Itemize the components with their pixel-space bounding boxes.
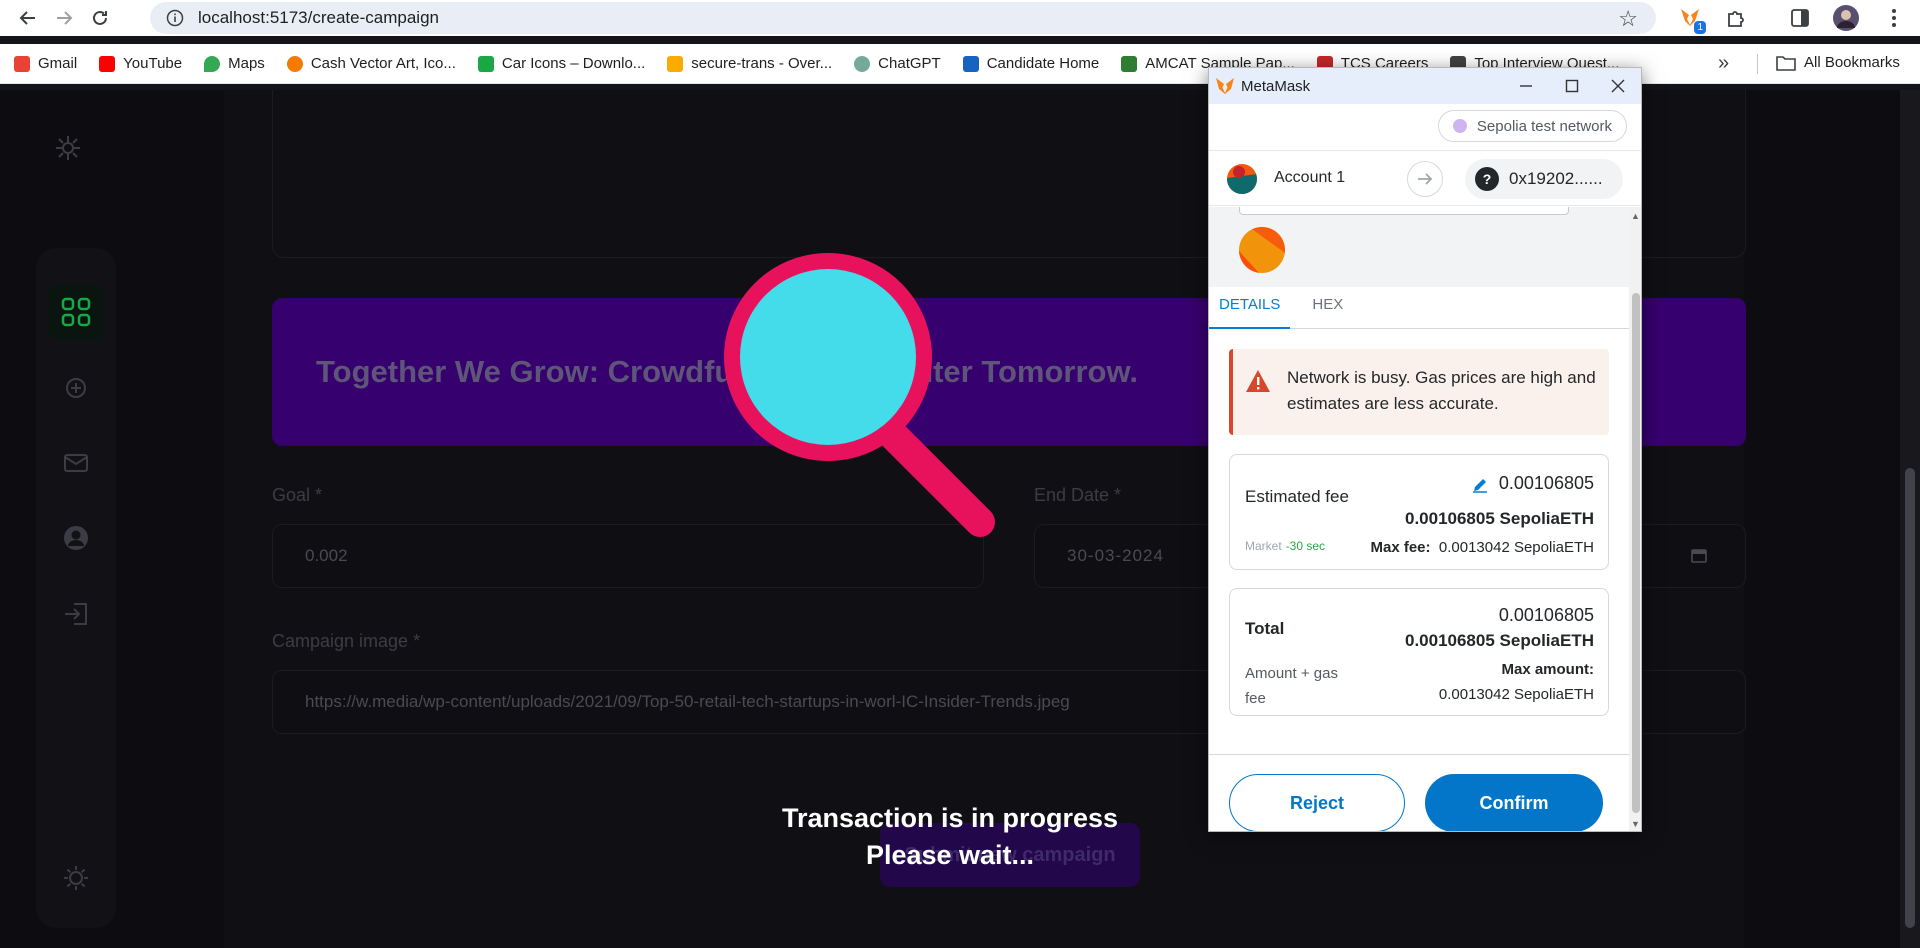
- tab-details[interactable]: DETAILS: [1209, 287, 1291, 329]
- end-date-label: End Date *: [1034, 485, 1122, 505]
- edit-gas-icon[interactable]: [1472, 477, 1488, 493]
- folder-icon: [1776, 55, 1796, 71]
- maximize-icon[interactable]: [1549, 68, 1595, 104]
- reject-button[interactable]: Reject: [1229, 774, 1405, 831]
- estimated-fee-label: Estimated fee: [1245, 487, 1349, 506]
- bookmark-item[interactable]: YouTube: [99, 55, 182, 72]
- profile-avatar[interactable]: [1832, 4, 1860, 32]
- warning-icon: [1246, 370, 1270, 392]
- browser-menu-icon[interactable]: [1880, 4, 1908, 32]
- extension-badge: 1: [1694, 21, 1706, 34]
- bookmark-item[interactable]: Car Icons – Downlo...: [477, 55, 645, 72]
- amcat-icon: [1121, 55, 1138, 72]
- more-bookmarks-icon[interactable]: »: [1718, 52, 1729, 75]
- network-busy-warning: Network is busy. Gas prices are high and…: [1229, 349, 1609, 435]
- bookmark-item[interactable]: Cash Vector Art, Ico...: [286, 55, 456, 72]
- metamask-titlebar: MetaMask: [1209, 68, 1641, 104]
- sidebar: [36, 248, 116, 928]
- logout-icon[interactable]: [48, 586, 104, 642]
- scroll-up-icon[interactable]: ▲: [1631, 211, 1640, 221]
- maps-icon: [204, 55, 221, 72]
- profile-icon[interactable]: [48, 510, 104, 566]
- bookmark-item[interactable]: Candidate Home: [962, 55, 1099, 72]
- account-avatar: [1227, 164, 1257, 194]
- minimize-icon[interactable]: [1503, 68, 1549, 104]
- market-speed: Market -30 sec: [1245, 539, 1326, 553]
- tab-hex[interactable]: HEX: [1302, 287, 1353, 329]
- account-name[interactable]: Account 1: [1274, 169, 1345, 187]
- detail-tabs: DETAILS HEX: [1209, 287, 1629, 329]
- goal-label: Goal *: [272, 485, 323, 505]
- chatgpt-icon: [854, 55, 871, 72]
- metamask-extension-icon[interactable]: 1: [1676, 4, 1706, 34]
- total-eth: 0.00106805 SepoliaETH: [1404, 631, 1594, 650]
- theme-toggle-icon[interactable]: [48, 850, 104, 906]
- campaign-image-label: Campaign image *: [272, 631, 421, 651]
- page-scrollbar[interactable]: [1900, 90, 1920, 948]
- back-icon[interactable]: [10, 0, 46, 36]
- arrow-right-icon: [1407, 161, 1443, 197]
- divider: [1209, 754, 1629, 755]
- bookmark-item[interactable]: secure-trans - Over...: [667, 55, 832, 72]
- account-row: Account 1 ? 0x19202......: [1209, 150, 1641, 206]
- network-selector[interactable]: Sepolia test network: [1437, 110, 1627, 142]
- max-fee: Max fee: 0.0013042 SepoliaETH: [1370, 539, 1595, 556]
- browser-toolbar: localhost:5173/create-campaign ☆ 1: [0, 0, 1920, 36]
- logo-icon[interactable]: [40, 120, 96, 176]
- total-label: Total: [1245, 619, 1285, 638]
- estimated-fee-card: Estimated fee 0.00106805 0.00106805 Sepo…: [1229, 454, 1609, 570]
- youtube-icon: [99, 55, 116, 72]
- bookmark-star-icon[interactable]: ☆: [1618, 6, 1638, 32]
- metamask-body: DETAILS HEX Network is busy. Gas prices …: [1209, 207, 1629, 831]
- amount-gas-label: Amount + gas fee: [1245, 665, 1338, 707]
- recipient-address[interactable]: ? 0x19202......: [1465, 159, 1623, 199]
- car-icons-icon: [477, 55, 494, 72]
- total-card: Total 0.00106805 0.00106805 SepoliaETH A…: [1229, 588, 1609, 716]
- scroll-thumb[interactable]: [1905, 468, 1915, 928]
- forward-icon[interactable]: [46, 0, 82, 36]
- cash-vector-icon: [286, 55, 303, 72]
- search-loader-icon: [724, 253, 995, 537]
- candidate-home-icon: [962, 55, 979, 72]
- url-text[interactable]: localhost:5173/create-campaign: [198, 8, 439, 28]
- secure-trans-icon: [667, 55, 684, 72]
- max-amount-value: 0.0013042 SepoliaETH: [1438, 686, 1594, 703]
- mail-icon[interactable]: [48, 435, 104, 491]
- site-info-icon[interactable]: [164, 7, 186, 29]
- bookmark-item[interactable]: Gmail: [14, 55, 77, 72]
- close-icon[interactable]: [1595, 68, 1641, 104]
- estimated-fee-value: 0.00106805: [1498, 473, 1594, 493]
- max-amount-label: Max amount:: [1501, 661, 1594, 678]
- metamask-fox-icon: [1216, 78, 1234, 94]
- estimated-fee-eth: 0.00106805 SepoliaETH: [1404, 509, 1594, 528]
- scroll-thumb[interactable]: [1632, 293, 1640, 813]
- network-dot-icon: [1452, 119, 1467, 133]
- side-panel-icon[interactable]: [1786, 4, 1814, 32]
- create-campaign-icon[interactable]: [48, 360, 104, 416]
- bookmark-item[interactable]: ChatGPT: [854, 55, 941, 72]
- address-bar[interactable]: localhost:5173/create-campaign ☆: [150, 2, 1656, 34]
- calendar-icon[interactable]: [1691, 547, 1707, 563]
- total-value: 0.00106805: [1498, 605, 1594, 625]
- progress-message: Transaction is in progress Please wait..…: [781, 803, 1119, 870]
- dashboard-icon[interactable]: [48, 284, 104, 340]
- divider: [1757, 54, 1758, 74]
- origin-header: [1209, 207, 1629, 287]
- extensions-puzzle-icon[interactable]: [1722, 4, 1750, 32]
- all-bookmarks[interactable]: All Bookmarks: [1776, 54, 1900, 71]
- question-icon: ?: [1475, 167, 1499, 191]
- bookmark-item[interactable]: Maps: [204, 55, 265, 72]
- site-identicon-icon: [1239, 227, 1285, 273]
- gmail-icon: [14, 55, 30, 72]
- metamask-scrollbar[interactable]: ▲ ▼: [1629, 207, 1641, 831]
- reload-icon[interactable]: [82, 0, 118, 36]
- scroll-down-icon[interactable]: ▼: [1631, 819, 1640, 829]
- confirm-button[interactable]: Confirm: [1425, 774, 1603, 831]
- metamask-window: MetaMask Sepolia test network Account 1 …: [1208, 67, 1642, 832]
